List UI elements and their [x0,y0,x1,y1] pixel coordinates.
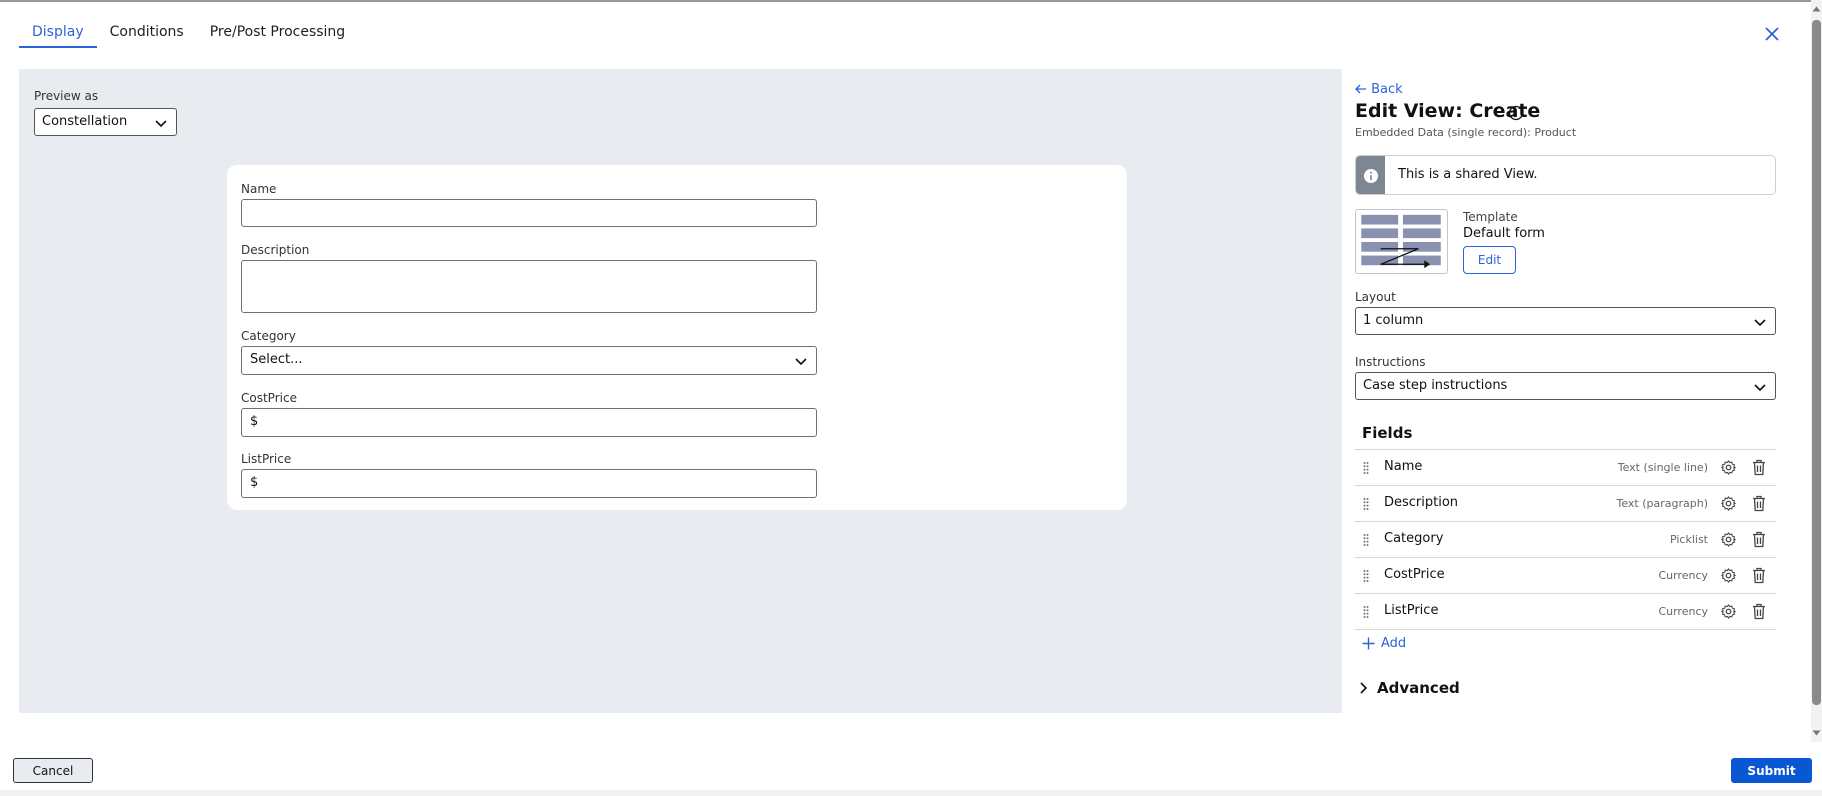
panel-subtitle: Embedded Data (single record): Product [1355,126,1577,139]
category-select[interactable]: Select... [241,346,817,375]
field-row-name: Name Text (single line) [1355,450,1776,486]
layout-label: Layout [1355,290,1396,304]
notice-bar [1356,156,1385,194]
chevron-right-icon [1360,682,1368,694]
info-icon [1364,169,1378,183]
field-name: Name [1384,459,1423,474]
costprice-label: CostPrice [241,391,297,405]
scroll-up-arrow-icon[interactable] [1812,6,1821,12]
description-textarea[interactable] [241,260,817,313]
field-type: Currency [1658,605,1708,618]
field-type: Text (paragraph) [1616,497,1708,510]
instructions-select[interactable]: Case step instructions [1355,372,1776,400]
gear-icon[interactable] [1720,567,1737,584]
layout-select[interactable]: 1 column [1355,307,1776,335]
drag-handle-icon[interactable] [1363,605,1369,619]
add-label: Add [1381,636,1407,651]
shared-view-notice: This is a shared View. [1355,155,1776,195]
preview-as-select[interactable]: Constellation [34,108,177,136]
field-name: ListPrice [1384,603,1439,618]
field-type: Picklist [1669,533,1708,546]
trash-icon[interactable] [1752,567,1766,584]
tab-bar: Display Conditions Pre/Post Processing [19,22,358,48]
back-link[interactable]: Back [1355,82,1403,97]
template-edit-button[interactable]: Edit [1463,246,1516,274]
drag-handle-icon[interactable] [1363,533,1369,547]
form-preview-card: Name Description Category Select... Cost… [227,165,1127,510]
back-label: Back [1371,82,1403,97]
field-type: Currency [1658,569,1708,582]
submit-button[interactable]: Submit [1731,758,1812,783]
field-row-description: Description Text (paragraph) [1355,486,1776,522]
arrow-left-icon [1355,84,1366,94]
preview-as-label: Preview as [34,89,99,103]
top-border [0,0,1822,2]
name-input[interactable] [241,199,817,227]
advanced-section-toggle[interactable]: Advanced [1359,679,1460,697]
description-label: Description [241,243,310,257]
bottom-strip [0,790,1822,796]
field-row-costprice: CostPrice Currency [1355,558,1776,594]
currency-prefix: $ [250,475,259,490]
add-field-button[interactable]: Add [1362,636,1406,651]
fields-list: Name Text (single line) Description Text… [1355,449,1776,630]
field-name: Category [1384,531,1444,546]
field-row-category: Category Picklist [1355,522,1776,558]
currency-prefix: $ [250,414,259,429]
instructions-value: Case step instructions [1363,378,1508,393]
gear-icon[interactable] [1720,603,1737,620]
drag-handle-icon[interactable] [1363,497,1369,511]
tab-pre-post-processing[interactable]: Pre/Post Processing [197,22,358,48]
preview-canvas: Preview as Constellation Name Descriptio… [19,69,1342,713]
preview-as-value: Constellation [42,114,128,129]
advanced-label: Advanced [1377,679,1460,697]
field-row-listprice: ListPrice Currency [1355,594,1776,630]
template-thumbnail [1355,209,1448,274]
field-name: CostPrice [1384,567,1445,582]
chevron-down-icon [1754,384,1766,392]
field-type: Text (single line) [1617,461,1708,474]
field-name: Description [1384,495,1459,510]
listprice-label: ListPrice [241,452,292,466]
cancel-button[interactable]: Cancel [13,758,93,783]
category-value: Select... [250,352,303,367]
scroll-down-arrow-icon[interactable] [1812,730,1821,736]
gear-icon[interactable] [1720,531,1737,548]
layout-value: 1 column [1363,313,1424,328]
drag-handle-icon[interactable] [1363,461,1369,475]
trash-icon[interactable] [1752,531,1766,548]
close-icon[interactable] [1762,24,1782,44]
chevron-down-icon [155,120,167,128]
edit-view-panel: Back Edit View: Create Embedded Data (si… [1355,69,1777,719]
shared-view-message: This is a shared View. [1398,167,1538,182]
trash-icon[interactable] [1752,459,1766,476]
instructions-label: Instructions [1355,355,1426,369]
plus-icon [1362,637,1375,650]
scrollbar-thumb[interactable] [1812,20,1821,705]
tab-display[interactable]: Display [19,22,97,48]
trash-icon[interactable] [1752,603,1766,620]
gear-icon[interactable] [1720,459,1737,476]
tab-conditions[interactable]: Conditions [97,22,197,48]
category-label: Category [241,329,296,343]
template-value: Default form [1463,226,1545,241]
info-icon[interactable] [1508,105,1524,121]
listprice-input[interactable]: $ [241,469,817,498]
chevron-down-icon [795,358,807,366]
drag-handle-icon[interactable] [1363,569,1369,583]
chevron-down-icon [1754,319,1766,327]
trash-icon[interactable] [1752,495,1766,512]
template-label: Template [1463,210,1518,224]
fields-heading: Fields [1362,424,1413,442]
costprice-input[interactable]: $ [241,408,817,437]
name-label: Name [241,182,277,196]
gear-icon[interactable] [1720,495,1737,512]
